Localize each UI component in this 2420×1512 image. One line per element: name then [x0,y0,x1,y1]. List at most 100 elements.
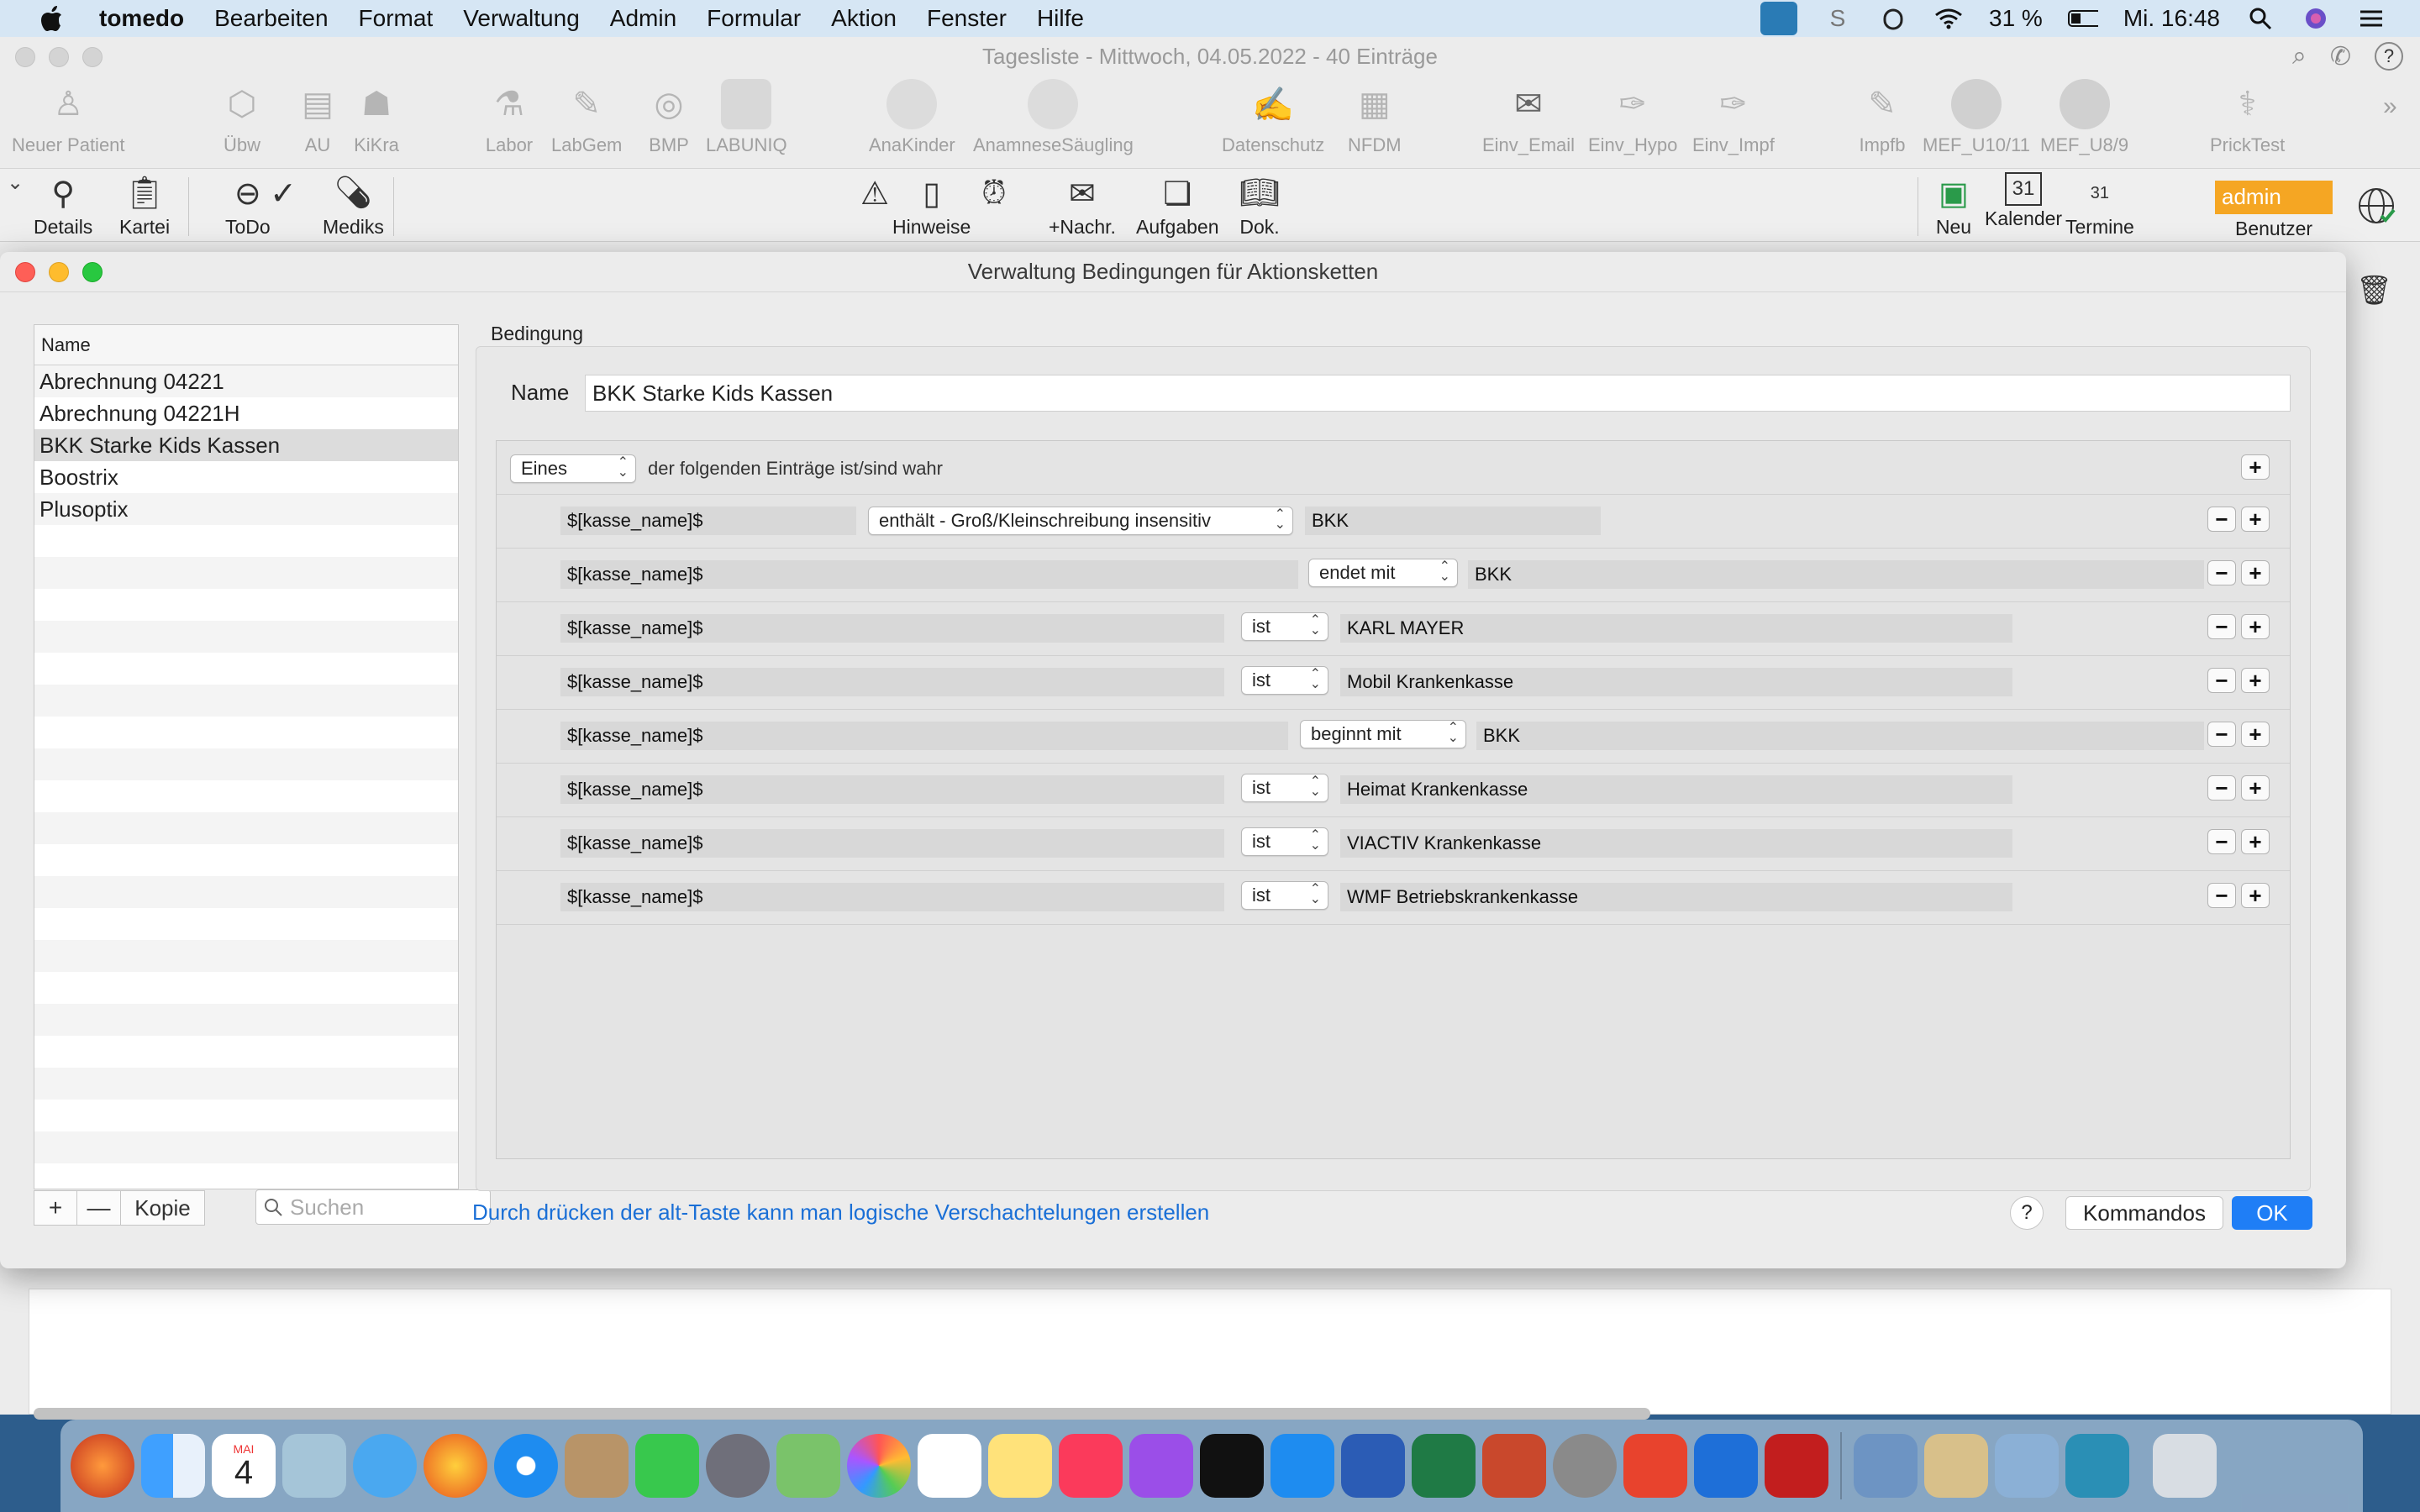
reminders-dock-icon[interactable] [918,1434,981,1498]
user-badge[interactable]: admin [2215,181,2333,214]
rule-field[interactable]: $[kasse_name]$ [560,560,1298,589]
wifi-icon[interactable] [1933,6,1964,31]
reminder-button[interactable]: ⏰︎ [973,172,1015,216]
safari-dock-icon[interactable] [494,1434,558,1498]
messages-dock-icon[interactable] [353,1434,417,1498]
list-item[interactable]: Abrechnung 04221H [34,397,458,429]
downloads-folder-dock-icon[interactable] [1854,1434,1918,1498]
menu-formular[interactable]: Formular [707,5,801,32]
dokumente-button[interactable]: 📖︎ Dok. [1239,172,1281,239]
list-item[interactable]: Boostrix [34,461,458,493]
battery-icon[interactable] [2067,6,2098,31]
menubar-clock[interactable]: Mi. 16:48 [2123,5,2220,32]
documents-stack-dock-icon[interactable] [1924,1434,1988,1498]
remove-rule-button[interactable]: − [2207,722,2236,747]
remove-rule-button[interactable]: − [2207,614,2236,639]
remove-rule-button[interactable]: − [2207,883,2236,908]
minimize-button[interactable] [49,47,69,67]
rule-value[interactable]: KARL MAYER [1340,614,2012,643]
nfdm-button[interactable]: ▦ NFDM [1348,79,1402,156]
copy-condition-button[interactable]: Kopie [121,1190,205,1226]
kikra-button[interactable]: ☗ KiKra [351,79,402,156]
rule-field[interactable]: $[kasse_name]$ [560,829,1224,858]
rule-operator-popup[interactable]: beginnt mit ⌃ ⌄ [1300,720,1466,748]
rule-field[interactable]: $[kasse_name]$ [560,883,1224,911]
kalender-button[interactable]: 31 Kalender [1985,172,2062,230]
ok-button[interactable]: OK [2232,1196,2312,1230]
launchpad-dock-icon[interactable] [706,1434,770,1498]
checkmark-button[interactable]: ✓ [262,172,304,216]
labgem-button[interactable]: ✎ LabGem [551,79,622,156]
rule-operator-popup[interactable]: enthält - Groß/Kleinschreibung insensiti… [868,507,1293,535]
rule-field[interactable]: $[kasse_name]$ [560,668,1224,696]
einv-impf-button[interactable]: ✑ Einv_Impf [1692,79,1775,156]
zoom-button[interactable] [82,47,103,67]
add-rule-button[interactable]: + [2241,722,2270,747]
add-rule-button[interactable]: + [2241,614,2270,639]
rule-value[interactable]: BKK [1468,560,2204,589]
alarm-button[interactable]: ⚠ [854,172,896,216]
add-rule-button[interactable]: + [2241,454,2270,480]
datenschutz-button[interactable]: ✍ Datenschutz [1222,79,1324,156]
menu-admin[interactable]: Admin [610,5,676,32]
pen-status-icon[interactable] [1760,2,1797,35]
close-button[interactable] [15,47,35,67]
anamnesesaeugling-button[interactable]: AnamneseSäugling [973,79,1134,156]
powerpoint-dock-icon[interactable] [1482,1434,1546,1498]
condition-name-input[interactable]: BKK Starke Kids Kassen [585,375,2291,412]
labor-button[interactable]: ⚗ Labor [484,79,534,156]
kartei-button[interactable]: 📋︎ Kartei [119,172,170,239]
menu-bearbeiten[interactable]: Bearbeiten [214,5,328,32]
collapse-toolbar-icon[interactable]: ⌄ [7,171,24,195]
menu-hilfe[interactable]: Hilfe [1037,5,1084,32]
add-rule-button[interactable]: + [2241,507,2270,532]
mef-u8-button[interactable]: MEF_U8/9 [2040,79,2128,156]
notes-dock-icon[interactable] [988,1434,1052,1498]
rule-field[interactable]: $[kasse_name]$ [560,614,1224,643]
rule-operator-popup[interactable]: ist ⌃ ⌄ [1241,827,1328,856]
facetime-dock-icon[interactable] [635,1434,699,1498]
rule-value[interactable]: WMF Betriebskrankenkasse [1340,883,2012,911]
control-center-icon[interactable] [2356,6,2386,31]
rule-value[interactable]: Mobil Krankenkasse [1340,668,2012,696]
calendar-dock-icon[interactable]: MAI 4 [212,1434,276,1498]
rule-value[interactable]: Heimat Krankenkasse [1340,775,2012,804]
add-condition-button[interactable]: + [34,1190,77,1226]
remove-rule-button[interactable]: − [2207,775,2236,801]
remove-rule-button[interactable]: − [2207,668,2236,693]
pdf-reader-dock-icon[interactable] [1765,1434,1828,1498]
close-button[interactable] [15,262,35,282]
impfb-button[interactable]: ✎ Impfb [1857,79,1907,156]
horizontal-scrollbar[interactable] [34,1408,1650,1420]
einv-email-button[interactable]: ✉ Einv_Email [1482,79,1575,156]
details-button[interactable]: ⚲ Details [34,172,92,239]
rule-value[interactable]: BKK [1305,507,1601,535]
trash-dock-icon[interactable] [2153,1434,2217,1498]
hinweise-button[interactable]: ▯ Hinweise [892,172,971,239]
network-globe-icon[interactable] [2356,186,2396,226]
quantifier-popup[interactable]: Eines ⌃ ⌄ [510,454,636,483]
commands-button[interactable]: Kommandos [2065,1196,2223,1230]
trash-icon[interactable]: 🗑︎ [2356,274,2392,307]
firefox-dock-icon[interactable] [424,1434,487,1498]
rule-operator-popup[interactable]: endet mit ⌃ ⌄ [1308,559,1458,587]
anakinder-button[interactable]: AnaKinder [869,79,955,156]
phone-icon[interactable]: ✆ [2330,42,2351,71]
toolbar-overflow-icon[interactable]: » [2383,92,2397,121]
bmp-button[interactable]: ◎ BMP [644,79,694,156]
add-rule-button[interactable]: + [2241,883,2270,908]
menu-app-name[interactable]: tomedo [99,5,184,32]
mef-u10-button[interactable]: MEF_U10/11 [1923,79,2030,156]
list-item[interactable]: Plusoptix [34,493,458,525]
add-rule-button[interactable]: + [2241,668,2270,693]
podcasts-dock-icon[interactable] [1129,1434,1193,1498]
apple-tv-dock-icon[interactable] [1200,1434,1264,1498]
rule-operator-popup[interactable]: ist ⌃ ⌄ [1241,774,1328,802]
rule-operator-popup[interactable]: ist ⌃ ⌄ [1241,666,1328,695]
menu-verwaltung[interactable]: Verwaltung [463,5,580,32]
contacts-dock-icon[interactable] [565,1434,629,1498]
termine-button[interactable]: 31 Termine [2065,172,2134,239]
list-item[interactable]: Abrechnung 04221 [34,365,458,397]
zoom-button[interactable] [82,262,103,282]
search-icon[interactable]: ⌕ [2292,42,2307,71]
